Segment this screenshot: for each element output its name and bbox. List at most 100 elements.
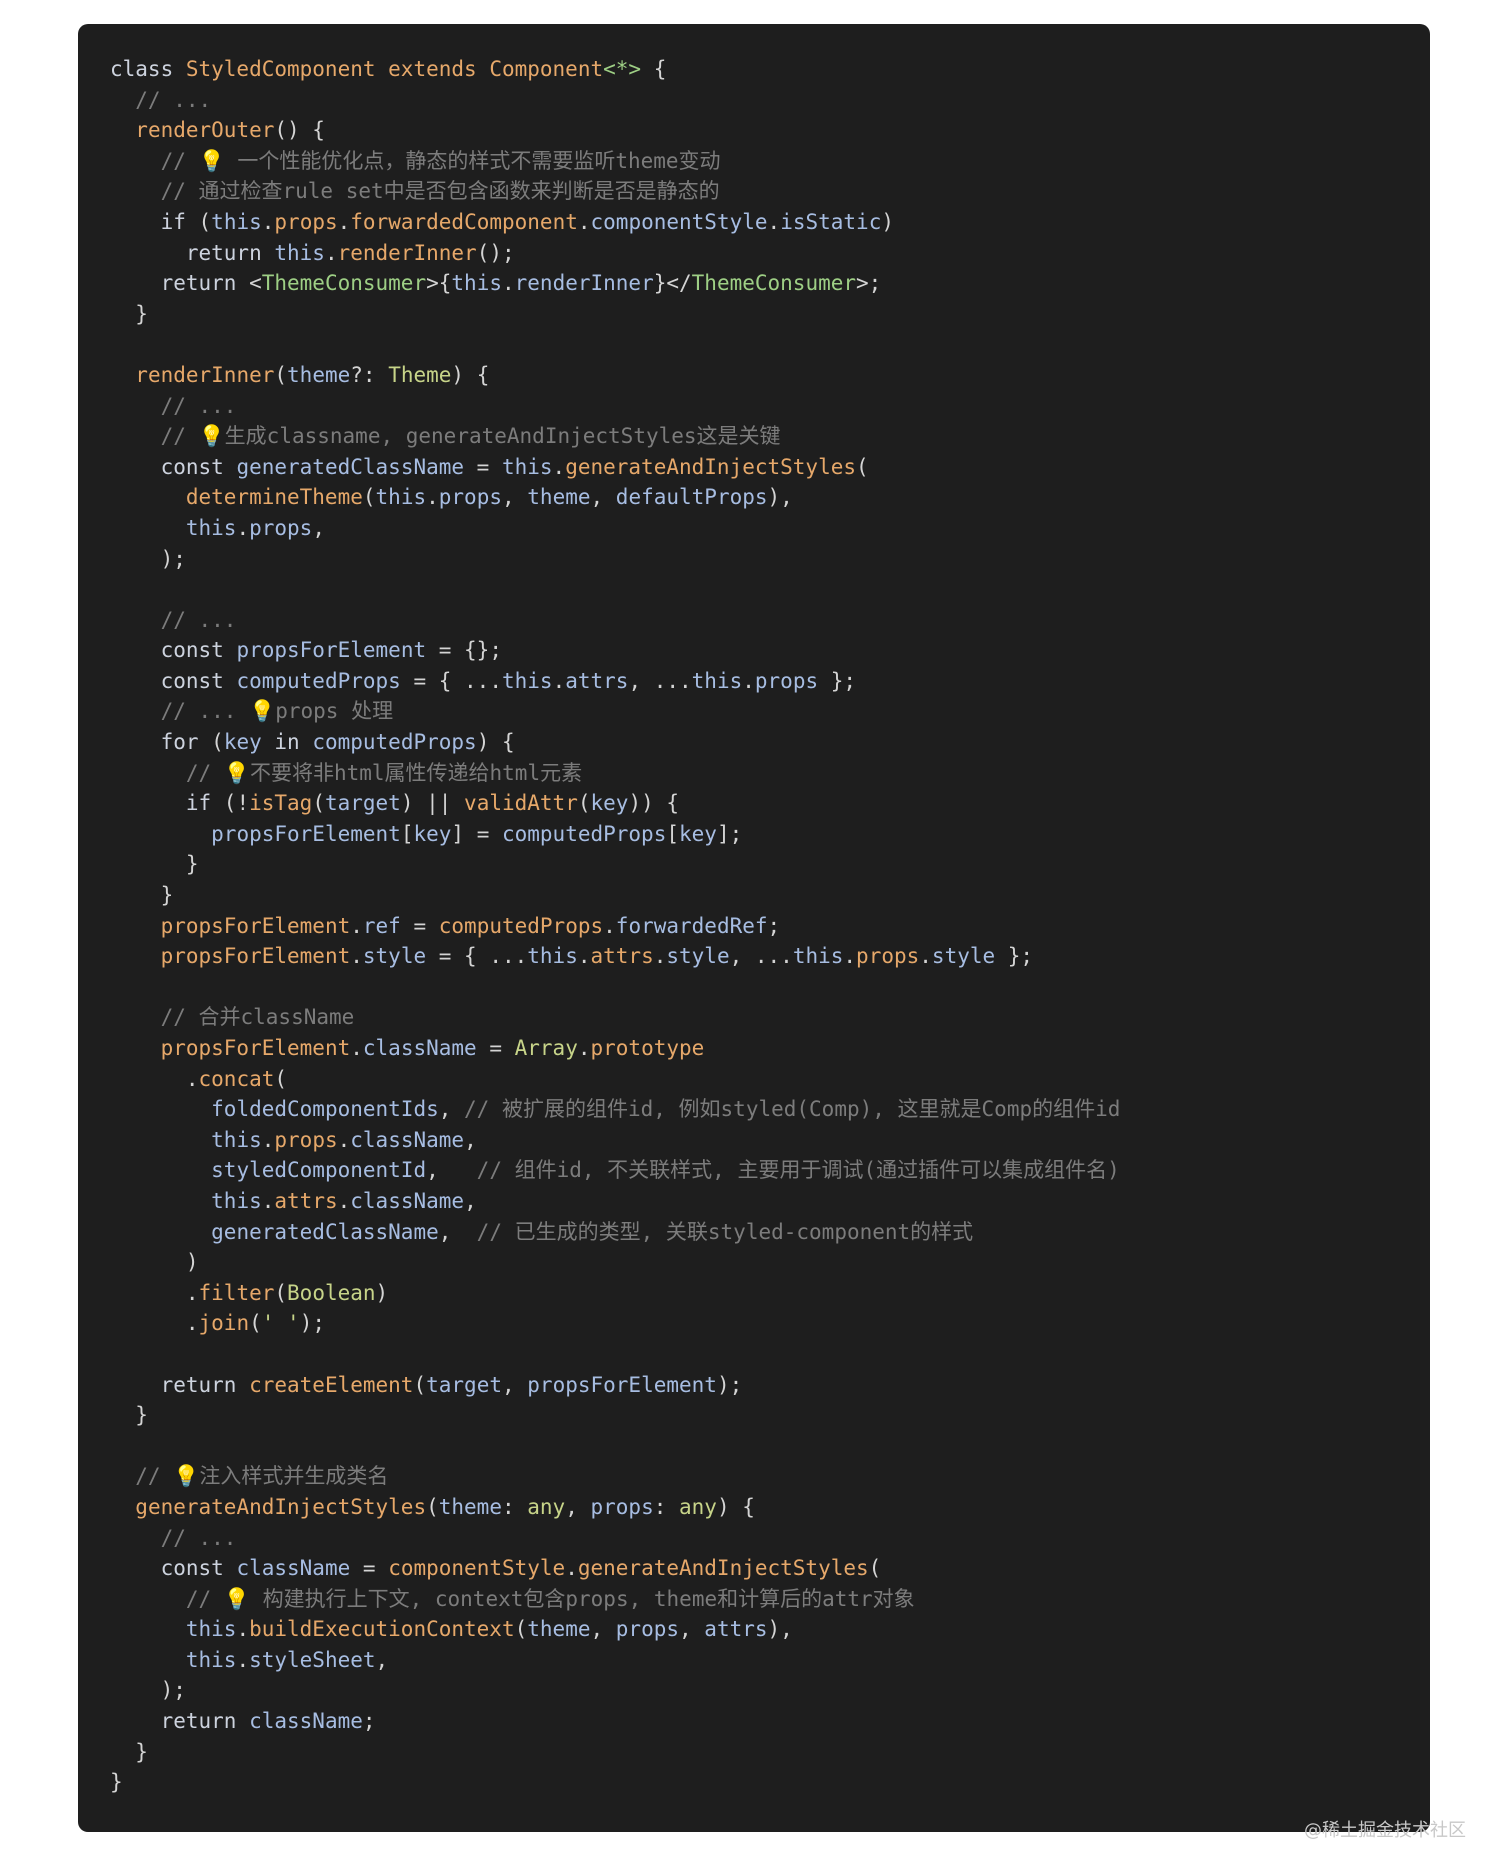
code-token: className [350, 1127, 465, 1152]
code-token: renderInner [337, 240, 477, 265]
code-token: , [464, 1127, 477, 1152]
code-line: renderOuter() { [110, 115, 1430, 146]
code-line: this.attrs.className, [110, 1186, 1430, 1217]
code-line: // ... [110, 1523, 1430, 1554]
code-token: // 合并className [110, 1005, 355, 1030]
code-token: . [337, 1127, 351, 1152]
code-token: props [590, 1494, 654, 1519]
code-token: ref [362, 913, 401, 938]
code-token: theme [527, 1617, 591, 1642]
code-token: , [679, 1617, 705, 1642]
code-token: }; [995, 944, 1034, 969]
code-token: this [691, 668, 743, 693]
code-token: ( [856, 454, 869, 479]
code-token: . [577, 209, 591, 234]
code-token: // ... [110, 393, 237, 418]
code-token: , [501, 485, 528, 510]
code-token: . [324, 240, 338, 265]
code-token: ( [868, 1556, 882, 1581]
code-line: return this.renderInner(); [110, 238, 1430, 269]
code-token: renderInner [514, 271, 654, 296]
lightbulb-icon: 💡 [249, 699, 276, 724]
code-token: [ [400, 821, 414, 846]
code-token: any [679, 1494, 717, 1519]
code-token: // ... [110, 699, 250, 724]
code-token: this [211, 1188, 262, 1213]
code-line: return className; [110, 1706, 1430, 1737]
code-token: . [501, 271, 515, 296]
code-token: renderInner [135, 362, 275, 387]
code-line: // 💡不要将非html属性传递给html元素 [110, 758, 1430, 789]
code-token: generatedClassName [236, 454, 465, 479]
code-token: ( [274, 1280, 288, 1305]
code-token: 不要将非html属性传递给html元素 [249, 760, 583, 785]
code-token: // ... [110, 87, 212, 112]
code-token: . [577, 1036, 591, 1060]
code-token: styleSheet [249, 1647, 376, 1672]
code-token: ( [413, 1372, 427, 1397]
code-token: () { [274, 118, 325, 143]
code-token: isStatic [780, 209, 882, 234]
code-token: ) [881, 209, 894, 234]
code-line: } [110, 880, 1430, 911]
code-token: . [236, 1617, 250, 1642]
code-token: = { ... [426, 944, 528, 969]
code-token: return [185, 240, 262, 265]
code-token: isTag [249, 791, 313, 816]
code-line: .concat( [110, 1064, 1430, 1095]
code-token: // [110, 1464, 174, 1489]
code-token: forwardedRef [615, 913, 768, 938]
code-line: this.props.className, [110, 1125, 1430, 1156]
code-line: // 💡注入样式并生成类名 [110, 1461, 1430, 1492]
code-token: props [754, 668, 819, 693]
code-line: } [110, 1400, 1430, 1431]
code-token: . [350, 944, 363, 969]
code-token: computedProps [236, 668, 401, 693]
code-token: ), [767, 485, 793, 510]
code-line: return <ThemeConsumer>{this.renderInner}… [110, 268, 1430, 299]
code-line: // 💡 一个性能优化点，静态的样式不需要监听theme变动 [110, 146, 1430, 177]
code-line: ) [110, 1247, 1430, 1278]
code-token: . [236, 1647, 250, 1672]
code-line: generateAndInjectStyles(theme: any, prop… [110, 1492, 1430, 1523]
code-token: join [198, 1311, 250, 1336]
code-token: componentStyle [388, 1556, 566, 1581]
code-token: const [160, 1556, 224, 1581]
code-token: // 已生成的类型, 关联styled-component的样式 [476, 1219, 974, 1244]
code-line: ​ [110, 1339, 1430, 1370]
code-token: // 被扩展的组件id, 例如styled(Comp), 这里就是Comp的组件… [464, 1097, 1121, 1122]
code-token: Theme [388, 362, 452, 387]
code-token: className [362, 1036, 477, 1060]
code-token: key [679, 821, 717, 846]
code-line: const className = componentStyle.generat… [110, 1553, 1430, 1584]
code-token: this [501, 454, 553, 479]
code-line: foldedComponentIds, // 被扩展的组件id, 例如style… [110, 1094, 1430, 1125]
code-token: } [110, 301, 148, 326]
code-token: ( [514, 1617, 528, 1642]
code-line: propsForElement.style = { ...this.attrs.… [110, 941, 1430, 972]
code-token: // [110, 424, 199, 449]
code-token: styledComponentId [211, 1158, 427, 1183]
code-token: foldedComponentIds [211, 1097, 439, 1122]
code-line: } [110, 849, 1430, 880]
code-token: , [590, 1617, 616, 1642]
code-token: // ... [110, 1525, 237, 1550]
code-token: target [426, 1372, 502, 1397]
code-token: ; [362, 1709, 376, 1734]
code-token: propsForElement [160, 1036, 351, 1060]
code-line: styledComponentId, // 组件id, 不关联样式, 主要用于调… [110, 1155, 1430, 1186]
code-token: extends [375, 57, 490, 81]
code-token: }</ [653, 271, 692, 296]
